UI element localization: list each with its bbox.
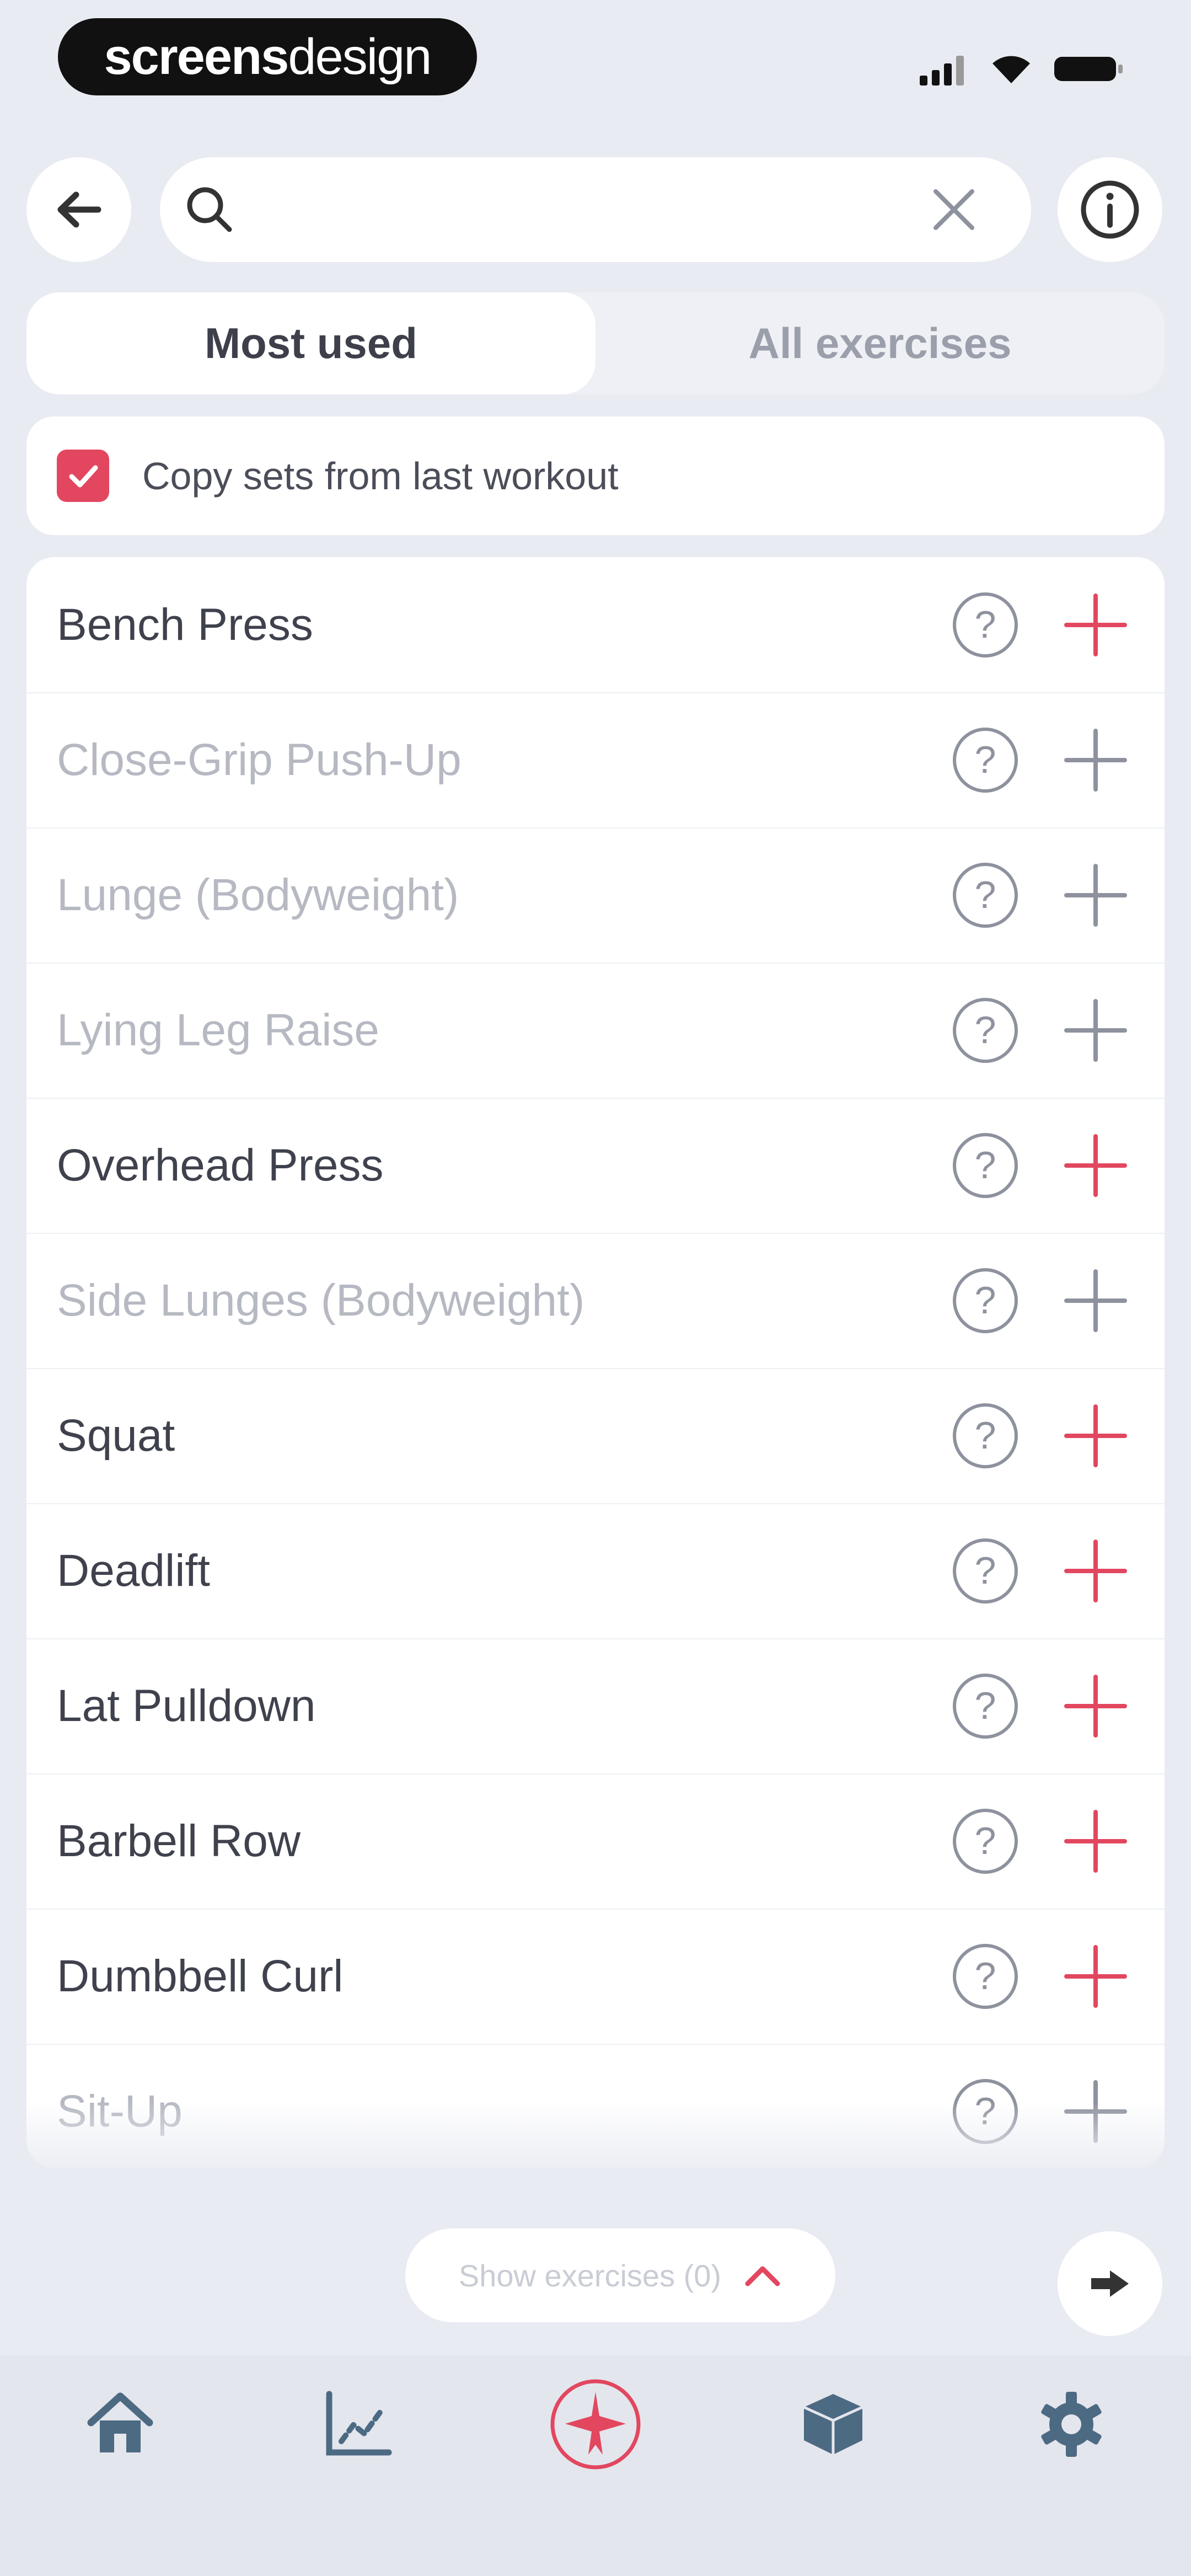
add-icon[interactable] [1060, 995, 1131, 1066]
exercise-row[interactable]: Side Lunges (Bodyweight)? [26, 1233, 1165, 1369]
help-icon[interactable]: ? [949, 859, 1021, 931]
brand-light: design [288, 28, 432, 85]
help-icon[interactable]: ? [949, 1400, 1021, 1472]
exercise-name: Side Lunges (Bodyweight) [57, 1275, 585, 1326]
svg-text:?: ? [975, 873, 996, 916]
exercise-name: Lat Pulldown [57, 1680, 316, 1731]
exercise-row[interactable]: Lunge (Bodyweight)? [26, 827, 1165, 964]
help-icon[interactable]: ? [949, 1670, 1021, 1742]
battery-icon [1054, 57, 1123, 81]
nav-settings[interactable] [1024, 2377, 1118, 2471]
copy-sets-option[interactable]: Copy sets from last workout [26, 416, 1165, 535]
nav-equipment[interactable] [786, 2377, 880, 2471]
info-button[interactable] [1058, 157, 1162, 262]
exercise-row[interactable]: Barbell Row? [26, 1773, 1165, 1910]
settings-icon [1041, 2392, 1102, 2457]
help-icon[interactable]: ? [949, 589, 1021, 661]
add-icon[interactable] [1060, 1265, 1131, 1337]
exercise-row[interactable]: Lat Pulldown? [26, 1638, 1165, 1775]
status-icons [920, 44, 1125, 94]
show-exercises-button[interactable]: Show exercises (0) [405, 2228, 835, 2322]
help-icon[interactable]: ? [949, 1265, 1021, 1337]
nav-workout[interactable] [549, 2377, 642, 2471]
tab-most-used[interactable]: Most used [26, 292, 596, 394]
box-icon [803, 2394, 863, 2455]
exercise-row[interactable]: Dumbbell Curl? [26, 1909, 1165, 2045]
search-icon [187, 187, 232, 232]
svg-text:?: ? [975, 603, 996, 646]
exercise-row[interactable]: Lying Leg Raise? [26, 963, 1165, 1099]
add-icon[interactable] [1060, 1941, 1131, 2012]
checkmark-icon [69, 465, 98, 487]
exercise-name: Dumbbell Curl [57, 1950, 344, 2001]
search-bar[interactable] [160, 157, 1031, 262]
exercise-name: Squat [57, 1410, 175, 1461]
add-icon[interactable] [1060, 1400, 1131, 1472]
search-input[interactable] [251, 182, 915, 238]
signal-icon [920, 56, 964, 85]
svg-text:?: ? [975, 1819, 996, 1862]
exercise-row[interactable]: Squat? [26, 1368, 1165, 1504]
svg-text:?: ? [975, 1954, 996, 1997]
add-icon[interactable] [1060, 589, 1131, 661]
wifi-icon [993, 56, 1030, 83]
arrow-right-icon [1091, 2270, 1129, 2297]
help-icon[interactable]: ? [949, 1941, 1021, 2012]
list-fade [26, 2102, 1165, 2168]
add-icon[interactable] [1060, 1670, 1131, 1742]
arrow-left-icon [57, 191, 101, 228]
exercise-row[interactable]: Overhead Press? [26, 1098, 1165, 1234]
exercise-row[interactable]: Deadlift? [26, 1503, 1165, 1639]
copy-sets-label: Copy sets from last workout [142, 454, 619, 498]
svg-text:?: ? [975, 1279, 996, 1322]
copy-sets-checkbox[interactable] [57, 450, 109, 502]
exercise-name: Overhead Press [57, 1140, 384, 1190]
chevron-up-icon [745, 2266, 780, 2286]
next-button[interactable] [1058, 2231, 1162, 2336]
brand-logo: screens design [58, 18, 477, 95]
nav-home[interactable] [73, 2377, 167, 2471]
exercise-name: Lying Leg Raise [57, 1004, 380, 1055]
help-icon[interactable]: ? [949, 1535, 1021, 1607]
tab-bar: Most used All exercises [26, 292, 1165, 394]
nav-stats[interactable] [310, 2377, 404, 2471]
svg-text:?: ? [975, 738, 996, 781]
exercise-name: Close-Grip Push-Up [57, 734, 462, 785]
exercise-name: Lunge (Bodyweight) [57, 869, 459, 920]
exercise-name: Barbell Row [57, 1815, 301, 1866]
show-exercises-label: Show exercises (0) [458, 2258, 722, 2293]
exercise-row[interactable]: Bench Press? [26, 557, 1165, 693]
add-icon[interactable] [1060, 724, 1131, 796]
help-icon[interactable]: ? [949, 724, 1021, 796]
back-button[interactable] [26, 157, 131, 262]
add-icon[interactable] [1060, 859, 1131, 931]
svg-text:?: ? [975, 1143, 996, 1187]
svg-text:?: ? [975, 1684, 996, 1727]
bottom-nav [0, 2355, 1191, 2576]
help-icon[interactable]: ? [949, 1130, 1021, 1201]
svg-text:?: ? [975, 1008, 996, 1051]
tab-all-exercises[interactable]: All exercises [596, 292, 1165, 394]
info-icon [1081, 180, 1139, 239]
help-icon[interactable]: ? [949, 995, 1021, 1066]
workout-icon [550, 2379, 641, 2470]
chart-icon [326, 2391, 392, 2456]
close-icon[interactable] [924, 179, 984, 240]
home-icon [87, 2392, 153, 2452]
exercise-row[interactable]: Close-Grip Push-Up? [26, 692, 1165, 829]
status-bar: screens design [0, 0, 1191, 121]
add-icon[interactable] [1060, 1535, 1131, 1607]
add-icon[interactable] [1060, 1130, 1131, 1201]
add-icon[interactable] [1060, 1805, 1131, 1877]
svg-text:?: ? [975, 1414, 996, 1457]
brand-bold: screens [104, 28, 289, 85]
exercise-list: Bench Press? Close-Grip Push-Up? Lunge (Bo… [26, 557, 1165, 2168]
exercise-name: Bench Press [57, 599, 313, 650]
help-icon[interactable]: ? [949, 1805, 1021, 1877]
exercise-name: Deadlift [57, 1545, 211, 1596]
svg-text:?: ? [975, 1549, 996, 1592]
